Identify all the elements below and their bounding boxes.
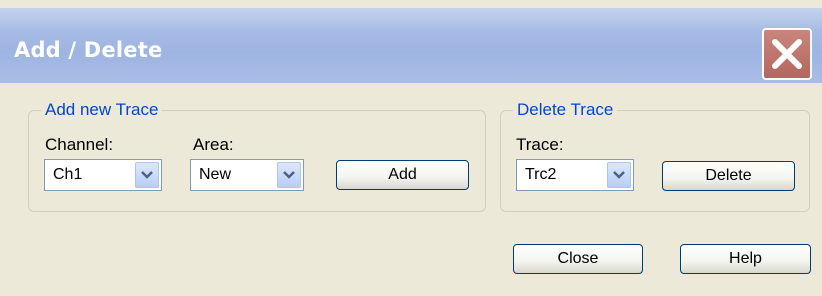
window-close-button[interactable] <box>762 28 812 80</box>
delete-button[interactable]: Delete <box>662 161 795 191</box>
delete-trace-group: Delete Trace <box>500 100 810 212</box>
channel-dropdown-button[interactable] <box>135 162 159 188</box>
area-label: Area: <box>193 135 234 154</box>
channel-select[interactable]: Ch1 <box>44 159 162 191</box>
chevron-down-icon <box>141 171 153 179</box>
add-new-trace-group: Add new Trace <box>28 100 486 212</box>
chevron-down-icon <box>613 171 625 179</box>
area-value: New <box>199 166 232 183</box>
window-title: Add / Delete <box>14 38 163 62</box>
add-button[interactable]: Add <box>336 160 469 190</box>
area-dropdown-button[interactable] <box>277 162 301 188</box>
trace-value: Trc2 <box>525 166 557 183</box>
trace-label: Trace: <box>516 135 564 154</box>
close-button[interactable]: Close <box>513 244 643 274</box>
chevron-down-icon <box>283 171 295 179</box>
trace-dropdown-button[interactable] <box>607 162 631 188</box>
dialog-body: Add new Trace Channel: Ch1 Area: New Add… <box>0 83 822 296</box>
add-new-trace-legend: Add new Trace <box>45 100 159 119</box>
trace-select[interactable]: Trc2 <box>516 159 634 191</box>
help-button[interactable]: Help <box>680 244 811 274</box>
title-bar[interactable]: Add / Delete <box>0 8 822 83</box>
delete-trace-legend: Delete Trace <box>517 100 614 119</box>
add-delete-dialog: Add / Delete Add new Trace Channel: Ch1 … <box>0 0 822 296</box>
channel-value: Ch1 <box>53 166 83 183</box>
area-select[interactable]: New <box>190 159 304 191</box>
close-icon <box>772 39 802 69</box>
channel-label: Channel: <box>45 135 114 154</box>
